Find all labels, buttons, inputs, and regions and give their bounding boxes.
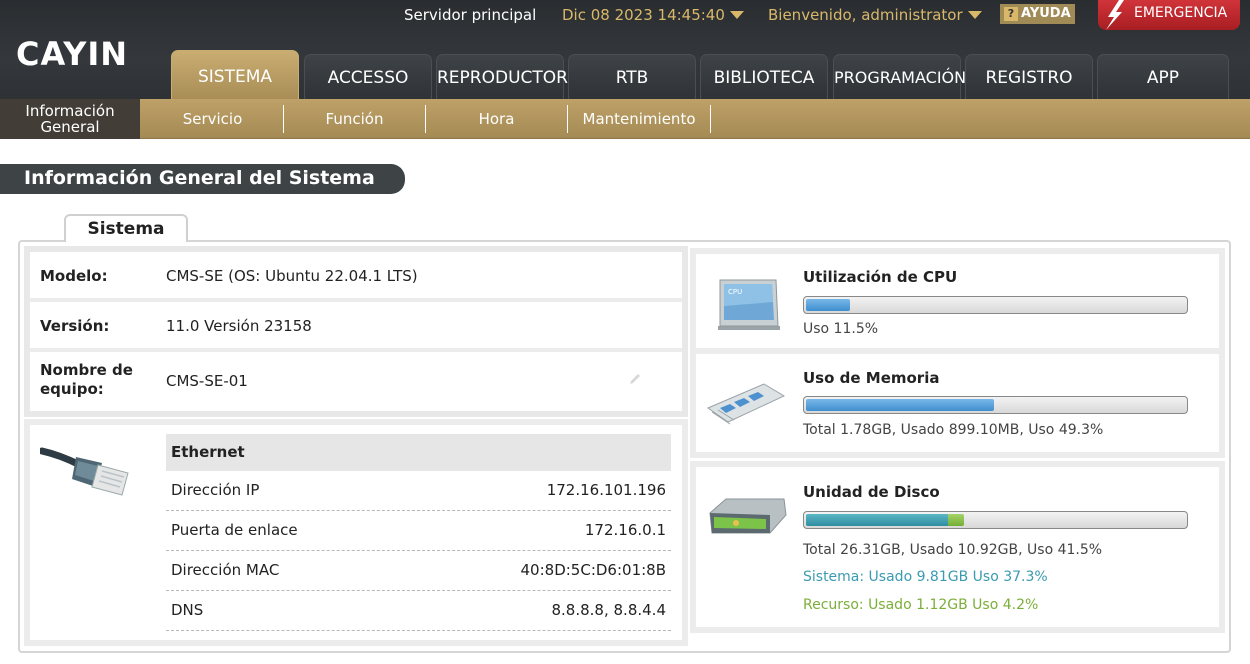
memory-progress-bar [803,396,1188,414]
cpu-box: CPU Utilización de CPU Uso 11.5% [690,248,1225,354]
mac-label: Dirección MAC [171,561,280,579]
ip-row: Dirección IP 172.16.101.196 [166,471,671,511]
question-icon: ? [1004,7,1018,21]
help-button[interactable]: ? AYUDA [1000,4,1075,24]
subnav-mantenimiento[interactable]: Mantenimiento [568,105,711,133]
hostname-label: Nombre de equipo: [40,361,133,398]
cayin-logo[interactable]: CAYIN [16,38,146,68]
pencil-icon[interactable] [628,372,642,386]
system-info-box: Modelo: CMS-SE (OS: Ubuntu 22.04.1 LTS) … [24,246,688,417]
cpu-progress-bar [803,296,1188,314]
model-label: Modelo: [40,267,108,285]
network-box: Ethernet Dirección IP 172.16.101.196 Pue… [24,419,688,646]
disk-system-text: Sistema: Usado 9.81GB Uso 37.3% [803,569,1048,585]
cpu-icon: CPU [718,279,780,330]
sub-nav: Información General Servicio Función Hor… [0,99,1250,139]
cpu-progress-fill [806,299,850,311]
hostname-row: Nombre de equipo: CMS-SE-01 [30,352,682,411]
disk-system-fill [806,514,948,526]
ethernet-cable-icon [40,447,129,496]
model-row: Modelo: CMS-SE (OS: Ubuntu 22.04.1 LTS) [30,252,682,302]
tab-app[interactable]: APP [1097,54,1229,99]
emergency-button[interactable]: EMERGENCIA [1098,0,1240,30]
disk-box: Unidad de Disco Total 26.31GB, Usado 10.… [690,461,1225,633]
tab-rtb[interactable]: RTB [568,54,696,99]
cpu-usage-text: Uso 11.5% [803,321,879,337]
version-label: Versión: [40,317,110,335]
tab-sistema-panel[interactable]: Sistema [64,214,188,242]
svg-text:CPU: CPU [728,288,742,296]
header-bar: CAYIN Servidor principal Dic 08 2023 14:… [0,0,1250,99]
subnav-servicio[interactable]: Servicio [142,105,284,133]
tab-reproductor[interactable]: REPRODUCTOR [436,54,568,99]
disk-progress-bar [803,511,1188,529]
ip-value: 172.16.101.196 [546,481,666,499]
version-value: 11.0 Versión 23158 [166,317,312,335]
version-row: Versión: 11.0 Versión 23158 [30,302,682,352]
hard-drive-icon [709,498,787,534]
disk-title: Unidad de Disco [803,483,940,501]
dns-value: 8.8.8.8, 8.8.4.4 [551,601,667,619]
tab-biblioteca[interactable]: BIBLIOTECA [700,54,828,99]
memory-usage-text: Total 1.78GB, Usado 899.10MB, Uso 49.3% [803,422,1104,438]
ip-label: Dirección IP [171,481,260,499]
mac-value: 40:8D:5C:D6:01:8B [520,561,666,579]
chevron-down-icon [729,11,744,19]
datetime-dropdown[interactable]: Dic 08 2023 14:45:40 [562,6,744,24]
tab-sistema[interactable]: SISTEMA [171,50,299,99]
mac-row: Dirección MAC 40:8D:5C:D6:01:8B [166,551,671,591]
subnav-funcion[interactable]: Función [284,105,426,133]
gateway-row: Puerta de enlace 172.16.0.1 [166,511,671,551]
tab-programacion[interactable]: PROGRAMACIÓN [833,54,966,99]
memory-box: Uso de Memoria Total 1.78GB, Usado 899.1… [690,348,1225,458]
model-value: CMS-SE (OS: Ubuntu 22.04.1 LTS) [166,267,418,285]
disk-resource-text: Recurso: Usado 1.12GB Uso 4.2% [803,597,1039,613]
disk-usage-text: Total 26.31GB, Usado 10.92GB, Uso 41.5% [803,542,1103,558]
user-menu[interactable]: Bienvenido, administrator [768,6,982,24]
dns-row: DNS 8.8.8.8, 8.8.4.4 [166,591,671,631]
hostname-value: CMS-SE-01 [166,372,248,390]
svg-text:CAYIN: CAYIN [16,38,128,68]
chevron-down-icon [967,11,982,19]
subnav-hora[interactable]: Hora [426,105,568,133]
memory-title: Uso de Memoria [803,369,940,387]
subnav-informacion-general[interactable]: Información General [0,99,140,139]
tab-accesso[interactable]: ACCESSO [304,54,432,99]
memory-progress-fill [806,399,994,411]
lightning-icon [1106,0,1124,30]
dns-label: DNS [171,601,204,619]
tab-registro[interactable]: REGISTRO [965,54,1093,99]
page-title: Información General del Sistema [0,164,405,194]
gateway-label: Puerta de enlace [171,521,298,539]
memory-icon [706,383,786,425]
server-label: Servidor principal [404,6,537,24]
cpu-title: Utilización de CPU [803,268,958,286]
ethernet-header: Ethernet [166,434,671,471]
gateway-value: 172.16.0.1 [584,521,666,539]
disk-resource-fill [948,514,964,526]
